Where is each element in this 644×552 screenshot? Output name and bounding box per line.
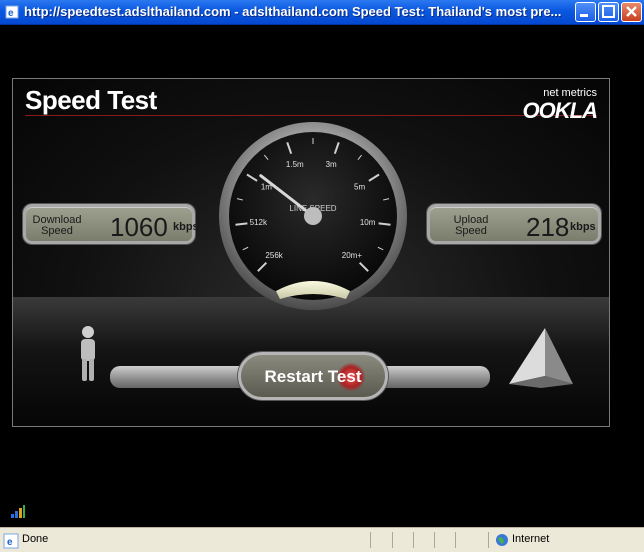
speedtest-widget: Speed Test net metrics OOKLA Download Sp… [12,78,610,427]
upload-label: Upload Speed [442,215,500,237]
svg-text:e: e [7,537,13,548]
internet-zone-icon [496,534,508,546]
gauge-tick-label: 256k [265,251,283,260]
speed-gauge: LINE SPEED 256k512k1m1.5m 3m5m10m20m+ [219,122,407,310]
gauge-tick-label: 20m+ [342,251,363,260]
signal-bars-icon [11,505,25,518]
window-title: http://speedtest.adslthailand.com - adsl… [24,4,562,19]
status-divider [413,532,414,548]
upload-label-line2: Speed [455,225,487,237]
gauge-tick-label: 5m [354,183,365,192]
status-text: Done [22,533,49,545]
download-value: 1060 [110,212,168,242]
restart-test-label: Restart Test [264,367,362,386]
gauge-tick-label: 3m [326,160,337,169]
status-bar: e Done Internet [0,527,644,552]
status-divider [488,532,489,548]
security-zone-label: Internet [512,533,550,545]
window-title-bar[interactable]: e http://speedtest.adslthailand.com - ad… [0,0,644,25]
minimize-button[interactable] [575,2,596,22]
download-speed-panel: Download Speed 1060 kbps [23,204,199,244]
status-divider [434,532,435,548]
brand-logo[interactable]: net metrics OOKLA [513,87,598,123]
status-divider [455,532,456,548]
title-divider [25,115,597,116]
close-button[interactable] [621,2,642,22]
download-unit: kbps [173,221,199,233]
maximize-icon [602,5,615,18]
user-figure-icon [81,326,95,381]
svg-text:e: e [8,8,14,19]
restart-test-button[interactable]: Restart Test [238,352,388,400]
gauge-hub [304,207,322,225]
upload-unit: kbps [570,221,596,233]
ie-page-icon: e [5,5,19,19]
page-done-icon: e [3,533,19,549]
gauge-tick [235,222,248,226]
download-label-line2: Speed [41,225,73,237]
status-divider [370,532,371,548]
browser-content: Speed Test net metrics OOKLA Download Sp… [0,25,644,527]
maximize-button[interactable] [598,2,619,22]
minimize-icon [580,14,588,17]
download-label: Download Speed [28,215,86,237]
close-icon [626,6,637,17]
gauge-tick-label: 10m [360,218,376,227]
gauge-tick [378,222,391,226]
server-pyramid-icon [509,328,573,388]
upload-speed-panel: Upload Speed 218 kbps [427,204,601,244]
gauge-tick-label: 1.5m [286,160,304,169]
status-divider [392,532,393,548]
brand-name: OOKLA [522,98,598,123]
upload-value: 218 [526,212,570,242]
gauge-tick-label: 512k [250,218,268,227]
app-title: Speed Test [25,85,157,115]
